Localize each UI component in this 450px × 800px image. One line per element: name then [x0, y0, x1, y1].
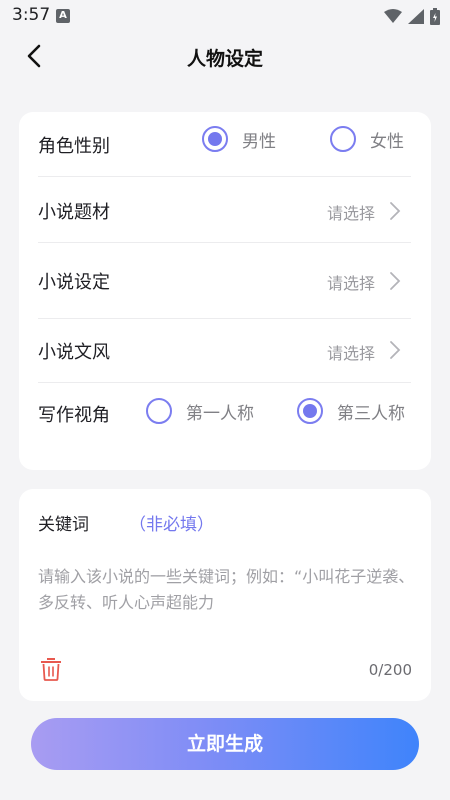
gender-row: 角色性别 男性 女性 — [38, 112, 411, 177]
style-label: 小说文风 — [38, 342, 110, 363]
perspective-label: 写作视角 — [38, 405, 110, 426]
battery-icon — [430, 8, 440, 25]
radio-button-selected[interactable] — [202, 126, 228, 152]
generate-button[interactable]: 立即生成 — [31, 718, 419, 770]
radio-label: 第一人称 — [186, 403, 254, 424]
page-title: 人物设定 — [186, 48, 263, 70]
perspective-option-third-person[interactable]: 第三人称 — [297, 398, 405, 424]
perspective-row: 写作视角 第一人称 第三人称 — [38, 382, 411, 446]
keyword-textarea[interactable]: 请输入该小说的一些关键词；例如：“小叫花子逆袭、多反转、听人心声超能力 — [38, 564, 418, 634]
status-bar: 3:57 A — [0, 0, 450, 32]
status-icons — [384, 8, 440, 25]
keyword-card: 关键词 （非必填） 请输入该小说的一些关键词；例如：“小叫花子逆袭、多反转、听人… — [19, 489, 431, 701]
setting-row[interactable]: 小说设定 请选择 — [38, 242, 411, 319]
settings-card: 角色性别 男性 女性 小说题材 请选择 小说设定 请选择 小说文风 请选择 写作… — [19, 112, 431, 470]
app-notification-icon: A — [56, 9, 70, 23]
trash-icon[interactable] — [40, 657, 62, 681]
radio-button-selected[interactable] — [297, 398, 323, 424]
keyword-title: 关键词 — [38, 515, 89, 535]
radio-dot — [208, 132, 222, 146]
wifi-icon — [384, 9, 402, 24]
genre-value: 请选择 — [326, 204, 375, 223]
character-count: 0/200 — [368, 661, 412, 679]
setting-label: 小说设定 — [38, 272, 110, 293]
radio-dot — [303, 404, 317, 418]
signal-icon — [408, 9, 424, 24]
perspective-option-first-person[interactable]: 第一人称 — [146, 398, 254, 424]
app-bar: 人物设定 — [0, 32, 450, 82]
gender-option-male[interactable]: 男性 — [202, 126, 276, 152]
style-row[interactable]: 小说文风 请选择 — [38, 318, 411, 383]
radio-label: 女性 — [370, 131, 404, 152]
radio-label: 第三人称 — [337, 403, 405, 424]
radio-button[interactable] — [330, 126, 356, 152]
gender-label: 角色性别 — [38, 136, 110, 157]
status-time: 3:57 — [12, 5, 51, 25]
style-value: 请选择 — [326, 344, 375, 363]
chevron-right-icon — [390, 272, 401, 290]
radio-button[interactable] — [146, 398, 172, 424]
radio-label: 男性 — [242, 131, 276, 152]
genre-label: 小说题材 — [38, 202, 110, 223]
optional-hint: （非必填） — [129, 515, 214, 535]
chevron-right-icon — [390, 341, 401, 359]
setting-value: 请选择 — [326, 274, 375, 293]
genre-row[interactable]: 小说题材 请选择 — [38, 176, 411, 243]
gender-option-female[interactable]: 女性 — [330, 126, 404, 152]
chevron-right-icon — [390, 202, 401, 220]
